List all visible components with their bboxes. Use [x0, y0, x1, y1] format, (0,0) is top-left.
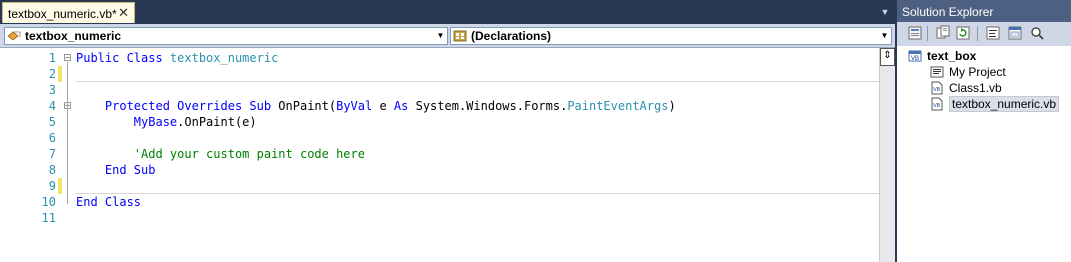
code-line[interactable]: 4− Protected Overrides Sub OnPaint(ByVal…: [0, 98, 879, 114]
code-token: PaintEventArgs: [567, 99, 669, 113]
line-number: 2: [48, 67, 56, 81]
code-token: As: [393, 99, 416, 113]
tree-item-label: Class1.vb: [949, 81, 1002, 95]
code-line[interactable]: 6: [0, 130, 879, 146]
code-token: OnPaint(: [278, 99, 337, 113]
code-token: Public Class: [76, 51, 170, 65]
code-line[interactable]: 10 End Class: [0, 194, 879, 210]
code-token: .OnPaint(e): [177, 115, 257, 129]
code-token: End Class: [76, 195, 142, 209]
class-icon: [7, 31, 21, 41]
code-line[interactable]: 1− Public Class textbox_numeric: [0, 50, 879, 66]
document-tab-strip: textbox_numeric.vb* ✕ ▼: [0, 0, 895, 24]
code-text-area[interactable]: 1−Public Class textbox_numeric234− Prote…: [0, 48, 879, 262]
code-text: End Sub: [76, 162, 156, 178]
code-text: MyBase.OnPaint(e): [76, 114, 257, 130]
line-number: 1: [48, 51, 56, 65]
solution-explorer-title: Solution Explorer: [902, 5, 994, 19]
code-text: Public Class textbox_numeric: [76, 50, 278, 66]
code-line[interactable]: 11: [0, 210, 879, 226]
code-line[interactable]: 2: [0, 66, 879, 82]
svg-text:VB: VB: [911, 56, 919, 62]
tree-item-label: textbox_numeric.vb: [949, 96, 1060, 112]
close-icon[interactable]: ✕: [118, 6, 129, 19]
code-text: End Class: [76, 194, 141, 210]
vb-file-icon: VB: [931, 81, 943, 95]
chevron-down-icon[interactable]: ▼: [879, 29, 890, 43]
vertical-scrollbar[interactable]: ⇕: [879, 48, 895, 262]
method-name-combo[interactable]: (Declarations) ▼: [450, 27, 892, 45]
code-token: e: [379, 99, 394, 113]
show-all-files-icon[interactable]: [935, 25, 951, 41]
code-token: ): [668, 99, 676, 113]
properties-icon[interactable]: [907, 25, 923, 41]
svg-text:VB: VB: [933, 87, 941, 93]
code-editor-pane: textbox_numeric.vb* ✕ ▼ textbox_numeric …: [0, 0, 895, 262]
line-number: 7: [48, 147, 56, 161]
tab-list-dropdown-icon[interactable]: ▼: [879, 6, 891, 18]
procedure-separator: [76, 81, 879, 82]
tree-item-label: text_box: [927, 49, 977, 63]
code-token: System.Windows.Forms.: [415, 99, 568, 113]
code-token: ByVal: [336, 99, 380, 113]
code-line[interactable]: 3: [0, 82, 879, 98]
refresh-icon[interactable]: [955, 25, 971, 41]
unsaved-change-marker: [58, 178, 62, 194]
solution-explorer-pane: Solution Explorer VB text_box My Project…: [897, 0, 1071, 262]
procedure-separator: [76, 193, 879, 194]
code-line[interactable]: 8 End Sub: [0, 162, 879, 178]
unsaved-change-marker: [58, 66, 62, 82]
solution-explorer-toolbar: [897, 22, 1071, 46]
tab-label: textbox_numeric.vb*: [8, 7, 117, 21]
line-number: 5: [48, 115, 56, 129]
line-number: 6: [48, 131, 56, 145]
class-name-combo[interactable]: textbox_numeric ▼: [4, 27, 448, 45]
toolbar-separator: [927, 26, 928, 41]
code-token: Protected Overrides Sub: [104, 99, 279, 113]
code-token: End Sub: [104, 163, 156, 177]
line-number: 11: [41, 211, 56, 225]
line-number: 8: [48, 163, 56, 177]
view-designer-icon[interactable]: [1007, 25, 1023, 41]
line-number: 4: [48, 99, 56, 113]
vb-project-icon: VB: [908, 50, 922, 62]
view-code-icon[interactable]: [985, 25, 1001, 41]
class-name-value: textbox_numeric: [25, 29, 122, 43]
code-text: 'Add your custom paint code here: [76, 146, 365, 162]
collapse-outline-icon[interactable]: −: [64, 54, 71, 62]
tab-textbox-numeric[interactable]: textbox_numeric.vb* ✕: [2, 2, 135, 23]
line-number: 9: [48, 179, 56, 193]
code-token: MyBase: [133, 115, 178, 129]
class-view-icon[interactable]: [1029, 25, 1045, 41]
split-window-icon[interactable]: ⇕: [880, 48, 895, 66]
chevron-down-icon[interactable]: ▼: [435, 29, 446, 43]
my-project-icon: [930, 66, 944, 78]
navigation-bar: textbox_numeric ▼ (Declarations) ▼: [0, 24, 895, 48]
line-number: 3: [48, 83, 56, 97]
code-text: Protected Overrides Sub OnPaint(ByVal e …: [76, 98, 676, 114]
toolbar-separator: [977, 26, 978, 41]
solution-explorer-titlebar: Solution Explorer: [897, 0, 1071, 22]
outline-guide-line: [67, 110, 68, 172]
declarations-icon: [453, 30, 467, 42]
method-name-value: (Declarations): [471, 29, 552, 43]
code-line[interactable]: 5 MyBase.OnPaint(e): [0, 114, 879, 130]
code-token: textbox_numeric: [169, 51, 279, 65]
code-token: 'Add your custom paint code here: [133, 147, 365, 161]
tree-item-label: My Project: [949, 65, 1006, 79]
svg-text:VB: VB: [933, 103, 941, 109]
vb-file-icon: VB: [931, 97, 943, 111]
code-line[interactable]: 7 'Add your custom paint code here: [0, 146, 879, 162]
code-line[interactable]: 9: [0, 178, 879, 194]
line-number: 10: [41, 195, 56, 209]
